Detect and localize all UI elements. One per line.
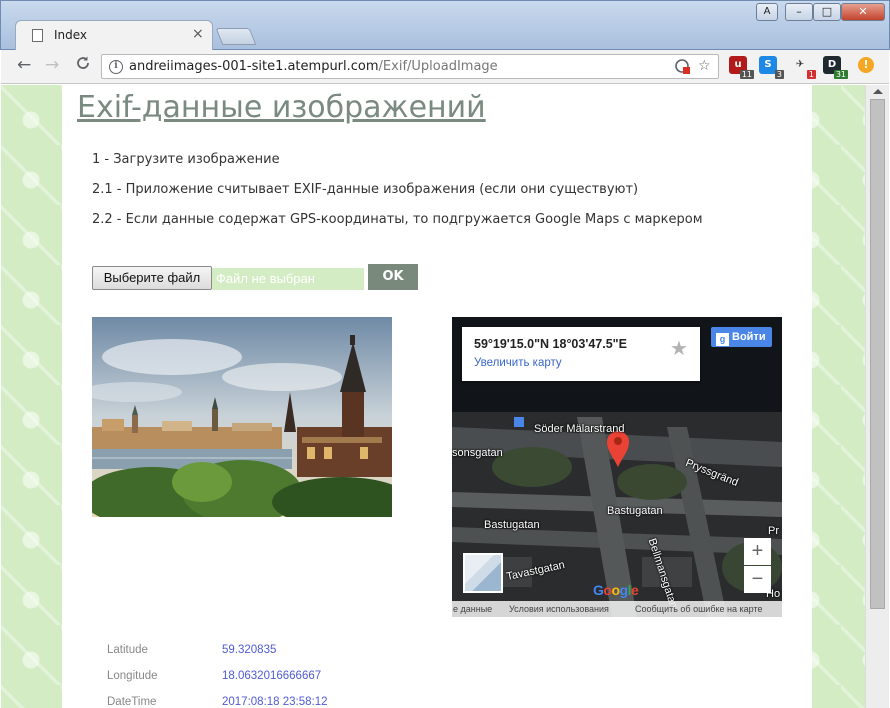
minimize-button[interactable]: – <box>785 3 813 21</box>
map-footer: е данные Условия использования Сообщить … <box>452 601 782 617</box>
vertical-scrollbar[interactable] <box>865 85 889 708</box>
browser-toolbar: ← → i andreiimages-001-site1.atempurl.co… <box>1 50 889 84</box>
airplane-icon[interactable]: ✈ 1 <box>791 56 816 79</box>
step-2-1: 2.1 - Приложение считывает EXIF-данные и… <box>92 182 639 197</box>
scroll-up-arrow-icon[interactable] <box>873 89 883 94</box>
forward-arrow-icon[interactable]: → <box>45 55 59 75</box>
terms-link[interactable]: Условия использования <box>509 601 609 617</box>
save-star-icon[interactable]: ★ <box>670 336 688 360</box>
maximize-button[interactable]: □ <box>813 3 841 21</box>
google-map[interactable]: 59°19'15.0"N 18°03'47.5"E Увеличить карт… <box>452 317 782 617</box>
content-panel: Exif-данные изображений 1 - Загрузите из… <box>62 85 812 708</box>
choose-file-button[interactable]: Выберите файл <box>92 266 212 290</box>
tab-close-icon[interactable]: × <box>192 26 204 42</box>
datetime-label: DateTime <box>107 696 157 708</box>
map-coordinates: 59°19'15.0"N 18°03'47.5"E <box>474 337 627 351</box>
street-label: Bastugatan <box>484 519 540 531</box>
dashlane-icon[interactable]: D 31 <box>823 56 848 79</box>
window-titlebar: Index × A – □ ✕ <box>0 0 890 51</box>
street-label: sonsgatan <box>452 447 503 459</box>
street-label: Bastugatan <box>607 505 663 517</box>
tab-title: Index <box>54 28 88 42</box>
street-label: Söder Mälarstrand <box>534 423 625 435</box>
bookmark-star-icon[interactable]: ☆ <box>698 58 711 74</box>
new-tab-button[interactable] <box>215 28 257 45</box>
file-name-field[interactable]: Файл не выбран <box>212 268 364 290</box>
page-title[interactable]: Exif-данные изображений <box>77 90 486 125</box>
browser-tab[interactable]: Index × <box>15 20 213 51</box>
longitude-value: 18.0632016666667 <box>222 670 322 682</box>
map-type-toggle[interactable] <box>463 553 503 593</box>
address-bar[interactable]: i andreiimages-001-site1.atempurl.com/Ex… <box>101 54 719 79</box>
longitude-label: Longitude <box>107 670 158 682</box>
skype-icon[interactable]: S3 <box>759 56 784 79</box>
zoom-out-button[interactable]: − <box>744 566 771 593</box>
zoom-in-button[interactable]: + <box>744 538 771 565</box>
ublock-icon[interactable]: u 11 <box>729 56 754 79</box>
report-error-link[interactable]: Сообщить об ошибке на карте <box>635 601 762 617</box>
datetime-value: 2017:08:18 23:58:12 <box>222 696 328 708</box>
google-plus-icon: g <box>716 333 729 346</box>
chrome-menu-button[interactable]: ! <box>858 57 874 73</box>
profile-button[interactable]: A <box>756 3 778 21</box>
uploaded-photo <box>92 317 392 517</box>
document-icon <box>32 29 43 42</box>
back-arrow-icon[interactable]: ← <box>17 55 31 75</box>
street-label: Pr <box>768 525 779 537</box>
reload-icon[interactable] <box>75 55 91 76</box>
ok-button[interactable]: OK <box>368 264 418 290</box>
signin-button[interactable]: g Войти <box>711 327 772 347</box>
step-2-2: 2.2 - Если данные содержат GPS-координат… <box>92 212 703 227</box>
google-logo: Google <box>593 582 639 598</box>
enlarge-map-link[interactable]: Увеличить карту <box>474 357 562 369</box>
latitude-value: 59.320835 <box>222 644 277 656</box>
url-text[interactable]: andreiimages-001-site1.atempurl.com/Exif… <box>129 59 498 74</box>
page-viewport: Exif-данные изображений 1 - Загрузите из… <box>1 85 865 708</box>
scrollbar-thumb[interactable] <box>870 99 885 609</box>
info-icon[interactable]: i <box>109 60 123 74</box>
latitude-label: Latitude <box>107 644 148 656</box>
blocked-content-icon[interactable] <box>674 58 690 78</box>
map-info-card: 59°19'15.0"N 18°03'47.5"E Увеличить карт… <box>462 327 700 381</box>
map-data-link[interactable]: е данные <box>453 601 492 617</box>
step-1: 1 - Загрузите изображение <box>92 152 280 167</box>
close-button[interactable]: ✕ <box>841 3 885 21</box>
